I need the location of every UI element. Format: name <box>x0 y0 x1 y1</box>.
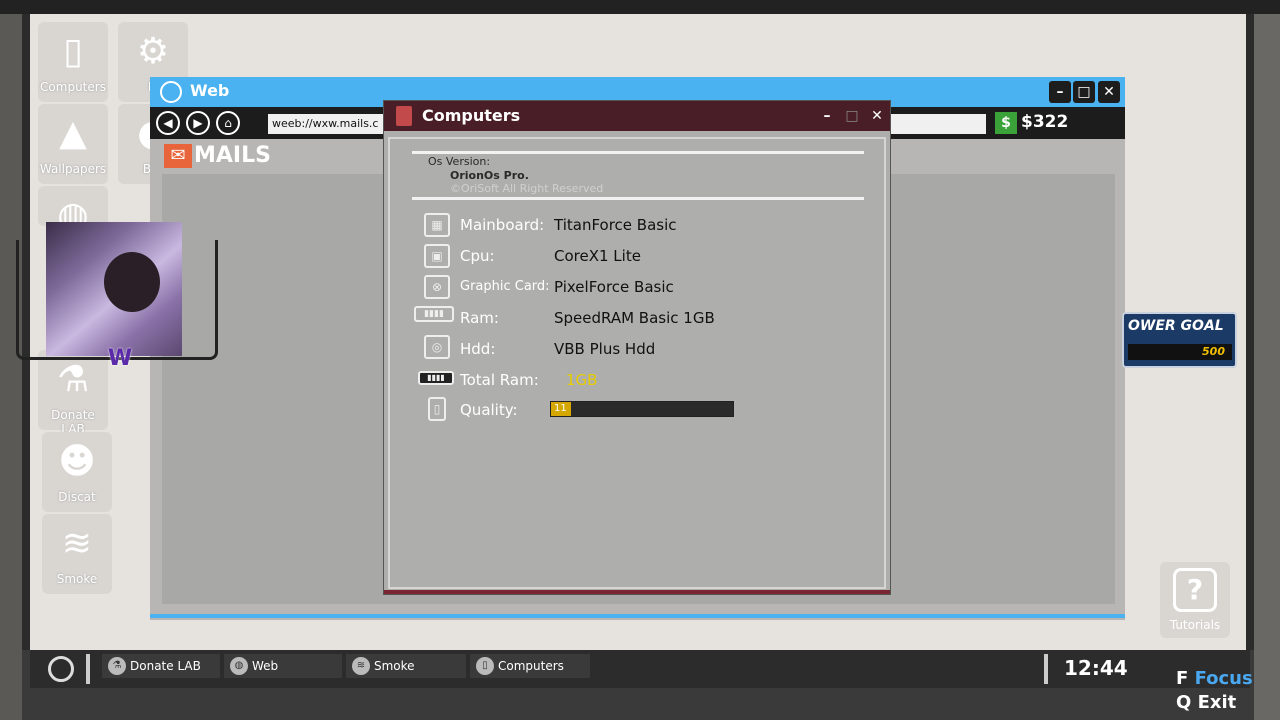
start-button[interactable] <box>48 656 74 682</box>
forward-icon[interactable]: ▶ <box>186 111 210 135</box>
computers-window-title: Computers <box>422 106 521 125</box>
minimize-button[interactable]: – <box>817 106 837 126</box>
streamer-logo-icon: W <box>107 346 133 371</box>
webcam-face <box>104 252 160 312</box>
clock: 12:44 <box>1064 656 1128 680</box>
spec-value: CoreX1 Lite <box>554 247 641 265</box>
taskbar: ⚗ Donate LAB ◍ Web ≋ Smoke ▯ Computers 12:44 <box>30 650 1250 688</box>
mainboard-icon: ▦ <box>424 213 450 237</box>
desktop-icon-wallpapers[interactable]: ▲ Wallpapers <box>38 104 108 184</box>
quality-icon: ▯ <box>428 397 446 421</box>
globe-icon <box>160 81 182 103</box>
money-icon: $ <box>995 112 1017 134</box>
spec-value: TitanForce Basic <box>554 216 677 234</box>
desktop-icon-globe[interactable]: ◍ <box>38 186 108 236</box>
taskbar-item-donate-lab[interactable]: ⚗ Donate LAB <box>102 654 220 678</box>
quality-bar: 11 <box>550 401 734 417</box>
power-goal-title: OWER GOAL <box>1128 318 1224 334</box>
copyright-text: ©OriSoft All Right Reserved <box>450 182 604 195</box>
question-icon: ? <box>1173 568 1217 612</box>
hdd-icon: ◎ <box>424 335 450 359</box>
graphics-card-icon: ⊗ <box>424 275 450 299</box>
mails-logo: ✉ MAILS <box>164 143 271 168</box>
cat-icon: ☻ <box>58 441 96 482</box>
home-icon[interactable]: ⌂ <box>216 111 240 135</box>
total-ram-icon: ▮▮▮▮ <box>418 371 454 385</box>
close-button[interactable]: ✕ <box>1098 81 1120 103</box>
computers-content: Os Version: OrionOs Pro. ©OriSoft All Ri… <box>388 137 886 589</box>
maximize-button[interactable]: □ <box>1073 81 1095 103</box>
computer-tower-icon: ▯ <box>476 657 494 675</box>
power-goal-panel: OWER GOAL 500 <box>1122 312 1237 368</box>
monitor-bezel-left <box>0 0 22 720</box>
computer-tower-icon: ▯ <box>63 31 83 72</box>
smoke-icon: ≋ <box>61 523 93 564</box>
divider <box>412 197 864 200</box>
spec-key: Hdd: <box>460 340 496 358</box>
os-version-label: Os Version: <box>428 155 491 168</box>
url-input[interactable]: weeb://wxw.mails.c <box>268 114 383 134</box>
taskbar-divider <box>86 654 90 684</box>
webcam-feed <box>46 222 182 356</box>
globe-icon: ◍ <box>230 657 248 675</box>
taskbar-item-computers[interactable]: ▯ Computers <box>470 654 590 678</box>
spec-key: Mainboard: <box>460 216 545 234</box>
web-window-title: Web <box>190 81 230 100</box>
spec-value: SpeedRAM Basic 1GB <box>554 309 715 327</box>
spec-value: VBB Plus Hdd <box>554 340 656 358</box>
computers-window: Computers – □ ✕ Os Version: OrionOs Pro.… <box>383 100 891 595</box>
spec-key: Total Ram: <box>460 371 539 389</box>
monitor-bezel-right <box>1254 0 1280 720</box>
smoke-icon: ≋ <box>352 657 370 675</box>
clock-divider <box>1044 654 1048 684</box>
close-button[interactable]: ✕ <box>867 106 887 126</box>
desktop-icon-donate-lab[interactable]: ⚗ Donate LAB <box>38 350 108 436</box>
envelope-icon: ✉ <box>164 144 192 168</box>
flask-icon: ⚗ <box>56 359 90 400</box>
quality-value: 11 <box>554 403 567 414</box>
desktop-icon-discat[interactable]: ☻ Discat <box>42 432 112 512</box>
power-goal-value: 500 <box>1202 345 1225 358</box>
desktop-icon-smoke[interactable]: ≋ Smoke <box>42 514 112 594</box>
tutorials-icon-button[interactable]: ? Tutorials <box>1160 562 1230 638</box>
computers-footer-bar <box>384 590 890 594</box>
settings-icon: ⚙ <box>136 31 170 72</box>
search-input[interactable] <box>890 114 986 134</box>
back-icon[interactable]: ◀ <box>156 111 180 135</box>
minimize-button[interactable]: – <box>1049 81 1071 103</box>
web-bottom-bar <box>150 614 1125 618</box>
spec-key: Ram: <box>460 309 499 327</box>
divider <box>412 151 864 154</box>
exit-hotkey: Q Exit <box>1176 692 1237 713</box>
spec-value: 1GB <box>566 371 598 389</box>
computers-titlebar[interactable]: Computers – □ ✕ <box>384 101 890 131</box>
maximize-button[interactable]: □ <box>842 106 862 126</box>
cpu-icon: ▣ <box>424 244 450 268</box>
quality-key: Quality: <box>460 401 518 419</box>
computer-tower-icon <box>396 106 412 126</box>
ram-icon: ▮▮▮▮ <box>414 306 454 322</box>
money-balance: $322 <box>1021 112 1069 132</box>
spec-value: PixelForce Basic <box>554 278 674 296</box>
flask-icon: ⚗ <box>108 657 126 675</box>
monitor-bezel-top <box>0 0 1280 14</box>
spec-key: Cpu: <box>460 247 495 265</box>
desktop-icon-computers[interactable]: ▯ Computers <box>38 22 108 102</box>
image-icon: ▲ <box>59 113 87 154</box>
focus-hotkey: F Focus <box>1176 668 1253 689</box>
spec-key: Graphic Card: <box>460 279 550 294</box>
taskbar-item-web[interactable]: ◍ Web <box>224 654 342 678</box>
taskbar-item-smoke[interactable]: ≋ Smoke <box>346 654 466 678</box>
os-version-value: OrionOs Pro. <box>450 169 529 182</box>
